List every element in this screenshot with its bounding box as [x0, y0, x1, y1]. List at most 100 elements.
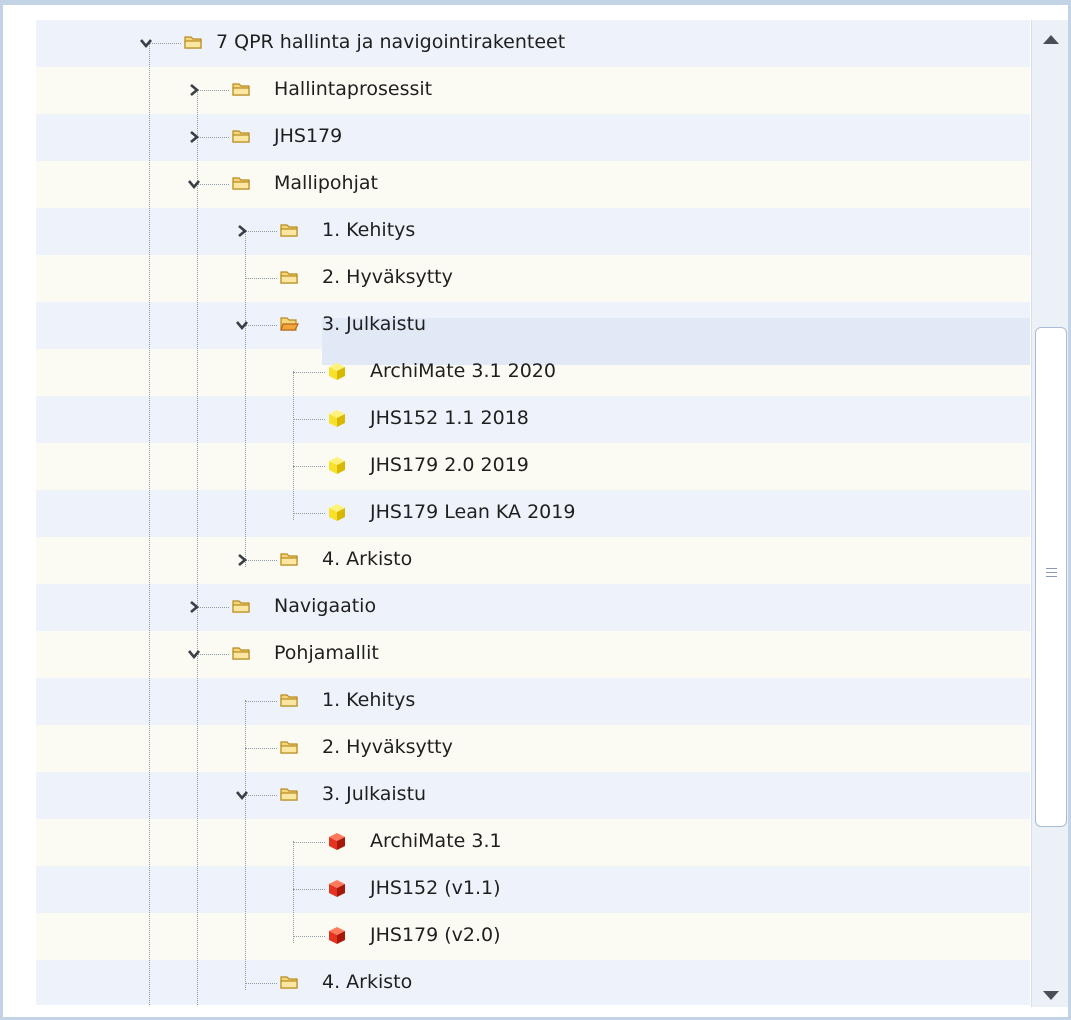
tree-row[interactable]	[36, 67, 1030, 114]
tree-row[interactable]	[36, 161, 1030, 208]
tree-connector-line	[197, 90, 198, 1005]
tree-row[interactable]	[36, 537, 1030, 584]
tree-row[interactable]	[36, 866, 1030, 913]
yellow-cube-icon	[327, 455, 347, 475]
tree-connector-line	[197, 90, 229, 91]
tree-item-label[interactable]: 4. Arkisto	[322, 971, 412, 993]
tree-item-label[interactable]: 7 QPR hallinta ja navigointirakenteet	[216, 31, 565, 53]
tree-connector-line	[245, 230, 246, 567]
tree-row[interactable]	[36, 255, 1030, 302]
tree-row[interactable]	[36, 396, 1030, 443]
tree-item-label[interactable]: 2. Hyväksytty	[322, 266, 453, 288]
yellow-cube-icon	[327, 361, 347, 381]
chevron-right-icon[interactable]	[187, 600, 201, 614]
tree-connector-line	[245, 325, 277, 326]
tree-connector-line	[245, 983, 277, 984]
chevron-down-icon[interactable]	[187, 177, 201, 191]
tree-item-label[interactable]: JHS179 Lean KA 2019	[370, 501, 575, 523]
tree-item-label[interactable]: 3. Julkaistu	[322, 313, 426, 335]
folder-icon	[231, 643, 251, 663]
tree-item-label[interactable]: ArchiMate 3.1 2020	[370, 360, 556, 382]
tree-connector-line	[245, 560, 277, 561]
tree-connector-line	[293, 841, 294, 943]
chevron-down-icon[interactable]	[235, 318, 249, 332]
tree-connector-line	[245, 795, 277, 796]
tree-connector-line	[245, 278, 277, 279]
chevron-down-icon[interactable]	[235, 788, 249, 802]
tree-row[interactable]	[36, 678, 1030, 725]
tree-connector-line	[197, 137, 229, 138]
folder-icon	[231, 596, 251, 616]
red-cube-icon	[327, 831, 347, 851]
chevron-right-icon[interactable]	[235, 553, 249, 567]
tree-connector-line	[293, 371, 294, 520]
tree-item-label[interactable]: JHS152 (v1.1)	[370, 877, 501, 899]
tree-row[interactable]	[36, 819, 1030, 866]
tree-row[interactable]	[36, 913, 1030, 960]
chevron-down-icon[interactable]	[139, 36, 153, 50]
tree-connector-line	[293, 419, 325, 420]
chevron-down-icon[interactable]	[187, 647, 201, 661]
tree-row[interactable]	[36, 725, 1030, 772]
tree-item-label[interactable]: Mallipohjat	[274, 172, 378, 194]
tree-item-label[interactable]: 3. Julkaistu	[322, 783, 426, 805]
tree-row[interactable]	[36, 443, 1030, 490]
tree-connector-line	[245, 748, 277, 749]
folder-icon	[279, 784, 299, 804]
chevron-right-icon[interactable]	[187, 130, 201, 144]
folder-icon	[279, 737, 299, 757]
tree-connector-line	[293, 513, 325, 514]
tree-row[interactable]	[36, 960, 1030, 1005]
tree-item-label[interactable]: JHS179 (v2.0)	[370, 924, 501, 946]
selected-row-highlight	[322, 318, 1030, 365]
tree-item-label[interactable]: 4. Arkisto	[322, 548, 412, 570]
tree-row[interactable]	[36, 631, 1030, 678]
tree-item-label[interactable]: ArchiMate 3.1	[370, 830, 502, 852]
folder-icon	[183, 32, 203, 52]
tree-connector-line	[245, 700, 246, 990]
tree-connector-line	[293, 936, 325, 937]
chevron-right-icon[interactable]	[235, 224, 249, 238]
tree-row[interactable]	[36, 114, 1030, 161]
yellow-cube-icon	[327, 408, 347, 428]
folder-icon	[231, 173, 251, 193]
folder-icon	[231, 126, 251, 146]
folder-icon	[231, 79, 251, 99]
tree-row[interactable]	[36, 584, 1030, 631]
scrollbar-thumb[interactable]	[1035, 327, 1067, 827]
vertical-scrollbar[interactable]	[1031, 20, 1068, 1007]
tree-item-label[interactable]: Hallintaprosessit	[274, 78, 432, 100]
tree-item-label[interactable]: 2. Hyväksytty	[322, 736, 453, 758]
red-cube-icon	[327, 878, 347, 898]
tree-row[interactable]	[36, 772, 1030, 819]
tree-connector-line	[197, 654, 229, 655]
folder-icon	[279, 220, 299, 240]
tree-connector-line	[197, 184, 229, 185]
tree-item-label[interactable]: Pohjamallit	[274, 642, 379, 664]
scroll-up-arrow-icon[interactable]	[1042, 31, 1060, 44]
tree-row[interactable]	[36, 208, 1030, 255]
tree-connector-line	[245, 701, 277, 702]
tree-connector-line	[149, 43, 181, 44]
tree-item-label[interactable]: 1. Kehitys	[322, 219, 415, 241]
red-cube-icon	[327, 925, 347, 945]
tree-item-label[interactable]: Navigaatio	[274, 595, 376, 617]
chevron-right-icon[interactable]	[187, 83, 201, 97]
scroll-down-arrow-icon[interactable]	[1042, 986, 1060, 1000]
yellow-cube-icon	[327, 502, 347, 522]
folder-icon	[279, 972, 299, 992]
tree-item-label[interactable]: JHS152 1.1 2018	[370, 407, 529, 429]
tree-item-label[interactable]: JHS179 2.0 2019	[370, 454, 529, 476]
model-tree: 7 QPR hallinta ja navigointirakenteet Hal…	[36, 20, 1030, 1005]
tree-panel: 7 QPR hallinta ja navigointirakenteet Hal…	[0, 0, 1071, 1020]
tree-connector-line	[293, 889, 325, 890]
tree-connector-line	[197, 607, 229, 608]
tree-connector-line	[293, 372, 325, 373]
folder-icon	[279, 267, 299, 287]
tree-item-label[interactable]: 1. Kehitys	[322, 689, 415, 711]
folder-icon	[279, 549, 299, 569]
tree-connector-line	[293, 466, 325, 467]
tree-item-label[interactable]: JHS179	[274, 125, 342, 147]
tree-connector-line	[149, 42, 150, 1005]
tree-connector-line	[245, 231, 277, 232]
